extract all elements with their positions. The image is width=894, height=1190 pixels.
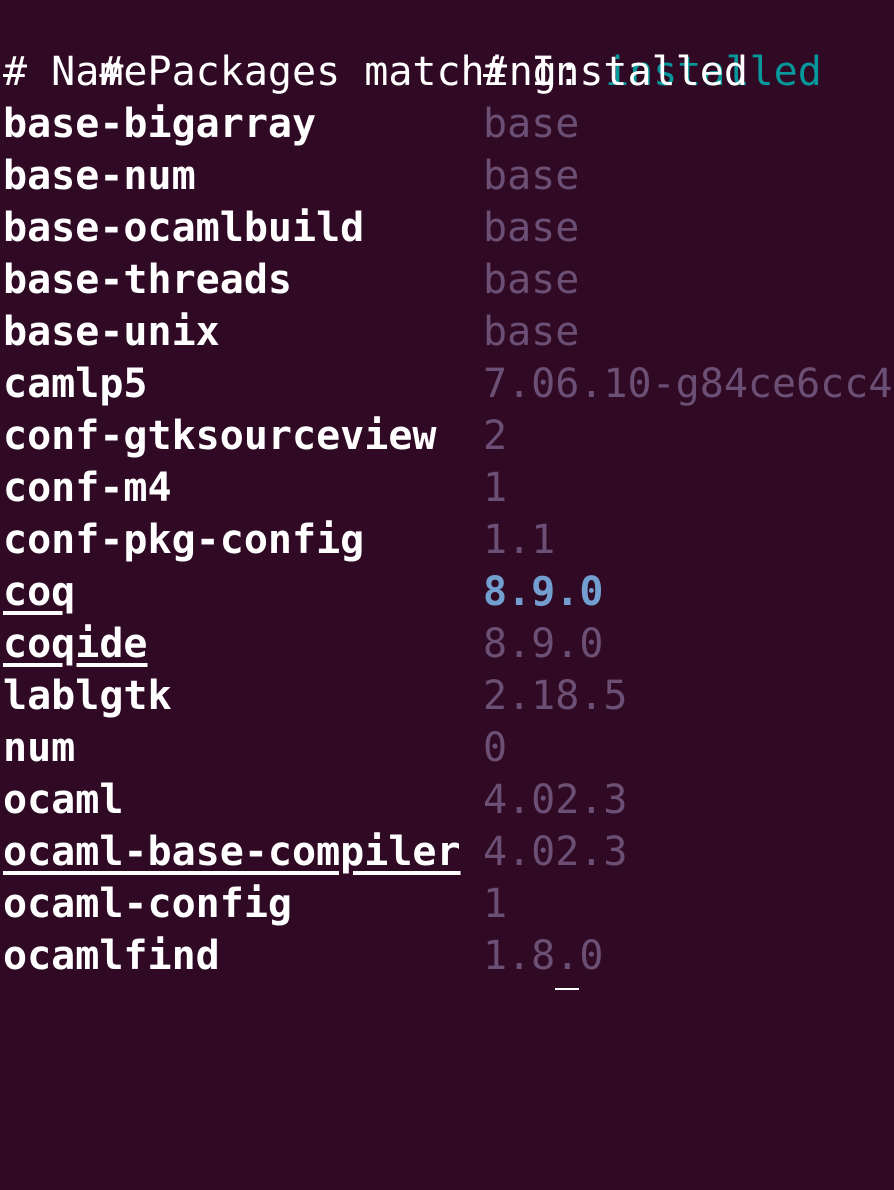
package-name: conf-pkg-config: [3, 517, 365, 563]
package-version: 7.06.10-g84ce6cc4: [483, 361, 893, 407]
package-row-pinned: coqide 8.9.0: [3, 618, 894, 670]
package-version: 1: [483, 465, 508, 511]
package-version: base: [483, 309, 580, 355]
package-row: base-num base: [3, 150, 894, 202]
package-name: coq: [3, 569, 76, 615]
package-version: base: [483, 205, 580, 251]
text-cursor: [555, 988, 579, 990]
packages-matching-line: # Packages matching: installed: [3, 0, 894, 95]
package-version: 0: [483, 725, 508, 771]
package-name: base-threads: [3, 257, 292, 303]
package-version: 1: [483, 881, 508, 927]
package-version: 2.18.5: [483, 673, 628, 719]
package-name: ocamlfind: [3, 933, 220, 979]
package-row: conf-gtksourceview 2: [3, 410, 894, 462]
package-row-pinned: coq 8.9.0: [3, 566, 894, 618]
package-row: conf-m4 1: [3, 462, 894, 514]
package-name: conf-m4: [3, 465, 172, 511]
package-version: base: [483, 153, 580, 199]
package-row: camlp5 7.06.10-g84ce6cc4: [3, 358, 894, 410]
package-row-pinned: ocaml-base-compiler 4.02.3: [3, 826, 894, 878]
package-name: coqide: [3, 621, 148, 667]
package-name: conf-gtksourceview: [3, 413, 437, 459]
package-version: base: [483, 257, 580, 303]
package-version-highlighted: 8.9.0: [483, 569, 604, 615]
package-name: lablgtk: [3, 673, 172, 719]
package-row: lablgtk 2.18.5: [3, 670, 894, 722]
package-name: ocaml-base-compiler: [3, 829, 461, 875]
column-header-row: # Name # Installed: [3, 46, 894, 98]
package-row: base-ocamlbuild base: [3, 202, 894, 254]
package-name: base-bigarray: [3, 101, 317, 147]
package-row: num 0: [3, 722, 894, 774]
package-name: base-ocamlbuild: [3, 205, 365, 251]
terminal-output: # Packages matching: installed # Name # …: [3, 0, 894, 990]
package-row: ocaml 4.02.3: [3, 774, 894, 826]
package-version: 4.02.3: [483, 829, 628, 875]
package-row: ocaml-config 1: [3, 878, 894, 930]
package-name: ocaml: [3, 777, 124, 823]
package-row: conf-pkg-config 1.1: [3, 514, 894, 566]
package-name: num: [3, 725, 76, 771]
package-version: 1.8.0: [483, 933, 604, 979]
package-name: ocaml-config: [3, 881, 292, 927]
package-name: base-unix: [3, 309, 220, 355]
installed-column-header: # Installed: [483, 49, 748, 95]
package-row: base-bigarray base: [3, 98, 894, 150]
package-version: 8.9.0: [483, 621, 604, 667]
package-name: camlp5: [3, 361, 148, 407]
package-version: 2: [483, 413, 508, 459]
package-version: base: [483, 101, 580, 147]
package-version: 4.02.3: [483, 777, 628, 823]
package-row: base-unix base: [3, 306, 894, 358]
package-row: base-threads base: [3, 254, 894, 306]
package-row: ocamlfind 1.8.0: [3, 930, 894, 990]
package-name: base-num: [3, 153, 196, 199]
name-column-header: # Name: [3, 49, 148, 95]
package-version: 1.1: [483, 517, 556, 563]
